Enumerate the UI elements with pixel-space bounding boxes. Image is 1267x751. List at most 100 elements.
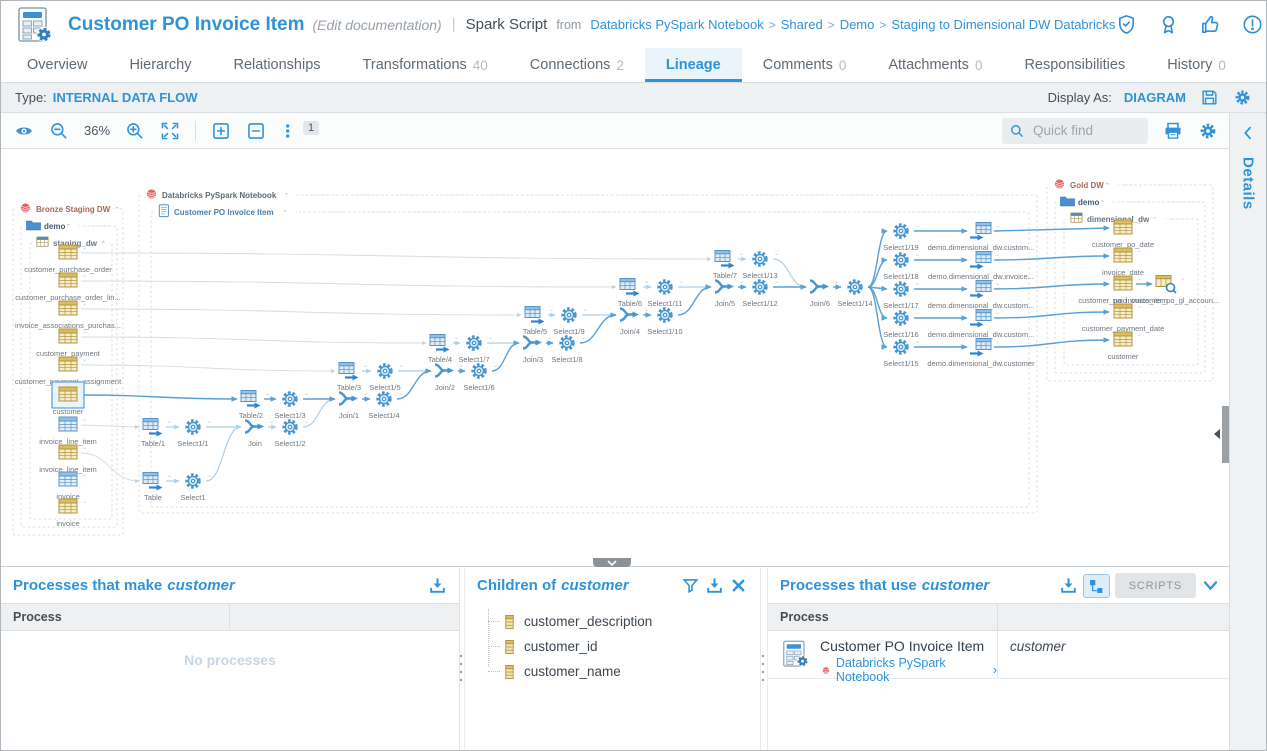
breadcrumb-item[interactable]: Shared — [781, 17, 823, 32]
breadcrumb-item[interactable]: Demo — [840, 17, 875, 32]
node-customer-purchase-order-lin[interactable]: ⌄customer_purchase_order_lin... — [15, 273, 120, 302]
preview-eye-icon[interactable] — [14, 121, 34, 141]
expand-all-icon[interactable] — [211, 121, 231, 141]
node-select1-17[interactable]: ⌄Select1/17 — [883, 281, 920, 310]
details-panel-label[interactable]: Details — [1240, 157, 1257, 210]
node-customer-payment-date[interactable]: ⌄customer_payment_date — [1082, 304, 1165, 333]
column-process[interactable]: Process — [768, 604, 998, 630]
process-source[interactable]: Databricks PySpark Notebook › — [820, 656, 997, 684]
download-icon[interactable] — [1059, 576, 1078, 595]
tab-overview[interactable]: Overview — [6, 48, 108, 82]
bottom-panel-drag-handle[interactable] — [593, 558, 631, 567]
node-table-2[interactable]: ⌄Table/2 — [239, 391, 270, 421]
tab-attachments[interactable]: Attachments0 — [867, 48, 1003, 82]
node-join[interactable]: ⌄Join — [245, 419, 274, 448]
zoom-in-icon[interactable] — [125, 121, 145, 141]
tab-connections[interactable]: Connections2 — [509, 48, 645, 82]
quick-find-input[interactable] — [1031, 122, 1135, 139]
column-process[interactable]: Process — [1, 604, 230, 630]
node-demo-dimensional-dw-invoice[interactable]: ⌄demo.dimensional_dw.invoice... — [928, 252, 1034, 282]
quick-find[interactable] — [1002, 118, 1148, 144]
download-icon[interactable] — [705, 576, 724, 595]
thumbs-up-icon[interactable] — [1199, 13, 1222, 36]
save-icon[interactable] — [1200, 88, 1219, 107]
node-table-6[interactable]: ⌄Table/6 — [618, 279, 649, 309]
tab-comments[interactable]: Comments0 — [742, 48, 868, 82]
node-select1-7[interactable]: ⌄Select1/7 — [458, 335, 493, 364]
options-menu-with-badge[interactable]: 1 — [281, 121, 319, 141]
edit-documentation-link[interactable]: (Edit documentation) — [313, 17, 442, 33]
node-table-3[interactable]: ⌄Table/3 — [337, 363, 368, 393]
chevron-down-icon[interactable] — [1201, 576, 1220, 595]
node-select1-6[interactable]: ⌄Select1/6 — [463, 363, 498, 392]
node-join-3[interactable]: ⌄Join/3 — [523, 335, 552, 364]
node-select1-19[interactable]: ⌄Select1/19 — [883, 223, 920, 252]
tab-history[interactable]: History0 — [1146, 48, 1247, 82]
verified-shield-icon[interactable] — [1115, 13, 1138, 36]
node-customer-payment[interactable]: ⌄customer_payment — [36, 329, 101, 358]
node-join-2[interactable]: ⌄Join/2 — [435, 363, 464, 392]
kebab-menu-icon[interactable] — [281, 121, 301, 141]
alert-circle-icon[interactable] — [1241, 13, 1264, 36]
node-invoice[interactable]: ⌄invoice — [56, 499, 87, 528]
node-select1-8[interactable]: ⌄Select1/8 — [551, 335, 586, 364]
node-table-5[interactable]: ⌄Table/5 — [523, 307, 554, 337]
node-join-5[interactable]: ⌄Join/5 — [715, 279, 744, 308]
node-invoice-line-item[interactable]: ⌄invoice_line_item — [39, 445, 97, 474]
zoom-out-icon[interactable] — [49, 121, 69, 141]
node-select1-1[interactable]: ⌄Select1/1 — [177, 419, 212, 448]
node-invoice-date[interactable]: ⌄invoice_date — [1102, 248, 1144, 277]
node-join-4[interactable]: ⌄Join/4 — [620, 307, 649, 336]
process-row[interactable]: Customer PO Invoice Item Databricks PySp… — [768, 631, 1232, 679]
fit-to-screen-icon[interactable] — [160, 121, 180, 141]
node-table-7[interactable]: ⌄Table/7 — [713, 251, 744, 281]
breadcrumb-item[interactable]: Staging to Dimensional DW Databricks — [891, 17, 1115, 32]
node-select1-12[interactable]: ⌄Select1/12 — [742, 279, 779, 308]
breadcrumb-item[interactable]: Databricks PySpark Notebook — [590, 17, 763, 32]
settings-gear-icon[interactable] — [1233, 88, 1252, 107]
node-demo-dimensional-dw-customer[interactable]: ⌄demo.dimensional_dw.customer — [927, 339, 1035, 369]
chevron-left-icon[interactable] — [1240, 125, 1256, 141]
tab-relationships[interactable]: Relationships — [212, 48, 341, 82]
node-select1-13[interactable]: ⌄Select1/13 — [742, 251, 779, 280]
diagram-settings-gear-icon[interactable] — [1198, 121, 1218, 141]
node-select1-18[interactable]: ⌄Select1/18 — [883, 252, 920, 281]
tab-transformations[interactable]: Transformations40 — [342, 48, 509, 82]
node-invoice-line-item[interactable]: ⌄invoice_line_item — [39, 417, 97, 446]
node-select1-5[interactable]: ⌄Select1/5 — [369, 363, 404, 392]
node-select1-14[interactable]: ⌄Select1/14 — [837, 279, 874, 308]
scripts-filter-button[interactable]: SCRIPTS — [1115, 573, 1196, 598]
node-select1-2[interactable]: ⌄Select1/2 — [274, 419, 309, 448]
node-select1-11[interactable]: ⌄Select1/11 — [648, 279, 684, 308]
node-join-1[interactable]: ⌄Join/1 — [339, 391, 368, 420]
node-customer[interactable]: ⌄customer — [1108, 332, 1142, 361]
node-demo-dimensional-dw-custom[interactable]: ⌄demo.dimensional_dw.custom... — [928, 281, 1035, 311]
node-table-1[interactable]: ⌄Table/1 — [141, 419, 172, 449]
node-table-4[interactable]: ⌄Table/4 — [428, 335, 459, 365]
node-demo-dimensional-dw-custom[interactable]: ⌄demo.dimensional_dw.custom... — [928, 310, 1035, 340]
canvas-collapse-arrow[interactable] — [1214, 429, 1220, 439]
award-medal-icon[interactable] — [1157, 13, 1180, 36]
node-select1-4[interactable]: ⌄Select1/4 — [368, 391, 403, 420]
canvas-vertical-scrollbar[interactable] — [1222, 406, 1229, 463]
tab-lineage[interactable]: Lineage — [645, 48, 742, 82]
column-item[interactable]: customer_name — [465, 659, 760, 684]
node-select1-3[interactable]: ⌄Select1/3 — [274, 391, 309, 420]
tab-responsibilities[interactable]: Responsibilities — [1003, 48, 1146, 82]
node-select1-15[interactable]: ⌄Select1/15 — [883, 339, 920, 368]
panel-splitter[interactable] — [459, 652, 463, 686]
details-panel-collapsed[interactable]: Details — [1229, 113, 1266, 750]
node-invoice[interactable]: ⌄invoice — [56, 472, 87, 501]
node-customer[interactable]: ⌄customer — [52, 382, 87, 416]
filter-icon[interactable] — [681, 576, 700, 595]
tab-hierarchy[interactable]: Hierarchy — [108, 48, 212, 82]
node-select1-16[interactable]: ⌄Select1/16 — [883, 310, 920, 339]
node-demo-dimensional-dw-custom[interactable]: ⌄demo.dimensional_dw.custom... — [928, 223, 1035, 253]
node-select1-10[interactable]: ⌄Select1/10 — [647, 307, 684, 336]
column-item[interactable]: customer_id — [465, 634, 760, 659]
node-join-6[interactable]: ⌄Join/6 — [810, 279, 839, 308]
process-name[interactable]: Customer PO Invoice Item — [820, 637, 997, 655]
node-table[interactable]: ⌄Table — [143, 473, 172, 503]
panel-splitter[interactable] — [761, 652, 765, 686]
display-as-value[interactable]: DIAGRAM — [1124, 90, 1186, 105]
